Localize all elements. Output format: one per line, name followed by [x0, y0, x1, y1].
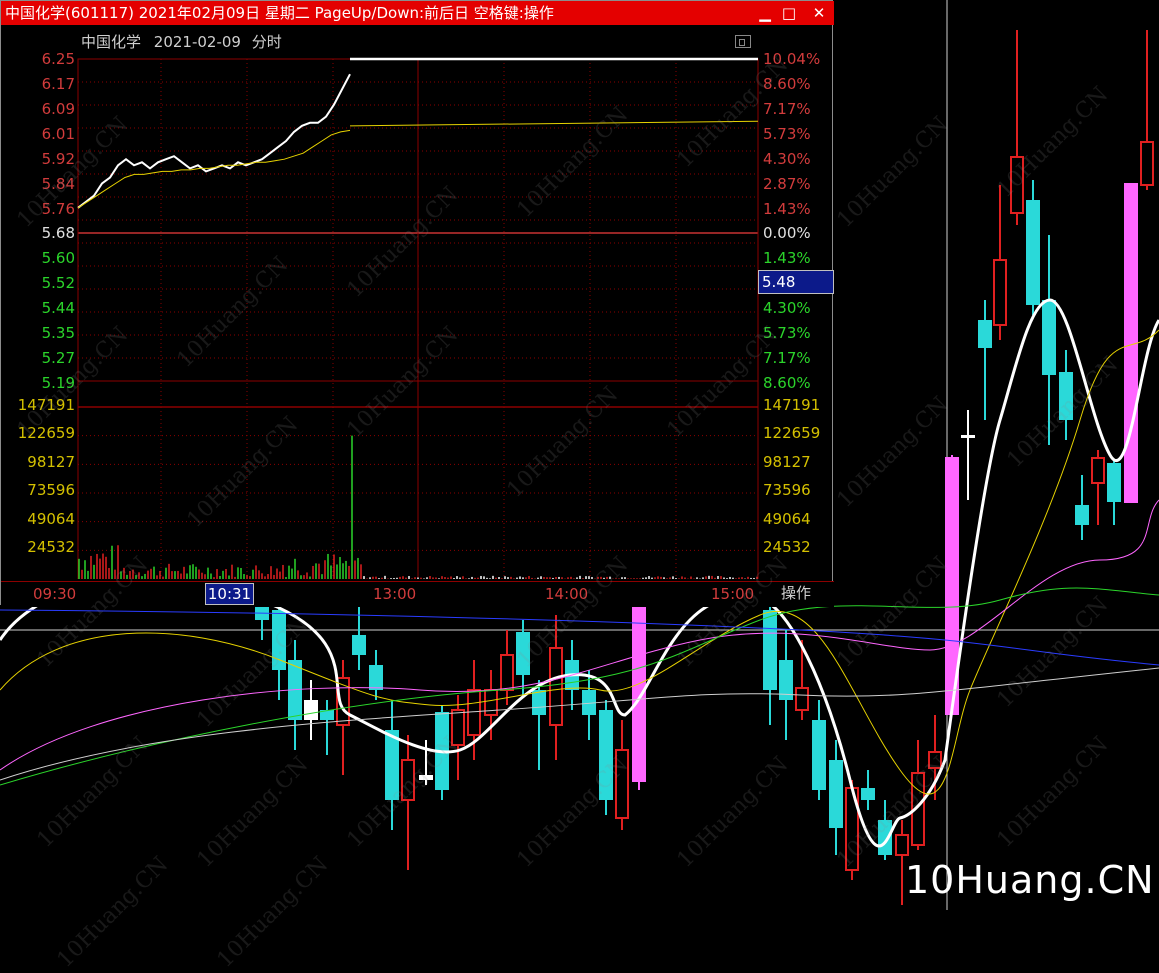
minute-chart-window[interactable]: 中国化学(601117) 2021年02月09日 星期二 PageUp/Down…	[0, 0, 834, 607]
volume-tick-label: 122659	[763, 424, 821, 443]
price-tick-label: 5.60	[41, 249, 75, 268]
price-tick-label: 6.09	[41, 99, 75, 118]
time-cursor: 10:31	[205, 583, 254, 605]
pct-tick-label: 5.73%	[763, 124, 811, 143]
candle-body	[352, 635, 366, 655]
candle-body	[961, 435, 975, 438]
candle-body	[532, 690, 546, 715]
intraday-chart	[77, 57, 759, 579]
candle-body	[861, 788, 875, 800]
pct-tick-label: 0.00%	[763, 224, 811, 243]
time-label: 13:00	[373, 585, 417, 603]
ma60-line	[0, 667, 1159, 781]
candle-body	[895, 834, 909, 856]
price-tick-label: 5.35	[41, 324, 75, 343]
candle-body	[369, 665, 383, 690]
candle-body	[500, 654, 514, 691]
pct-tick-label: 7.17%	[763, 99, 811, 118]
price-tick-label: 5.44	[41, 299, 75, 318]
candle-body	[549, 647, 563, 726]
pct-tick-label: 2.87%	[763, 174, 811, 193]
volume-tick-label: 98127	[27, 452, 75, 471]
pct-tick-label: 4.30%	[763, 299, 811, 318]
pct-tick-label: 4.30%	[763, 149, 811, 168]
candle-body	[1107, 463, 1121, 502]
volume-tick-label: 147191	[763, 396, 821, 414]
candle-body	[829, 760, 843, 828]
candle-body	[1026, 200, 1040, 305]
candle-body	[978, 320, 992, 348]
candle-body	[1042, 300, 1056, 375]
volume-tick-label: 73596	[27, 481, 75, 500]
price-tick-label: 5.27	[41, 349, 75, 368]
pct-tick-label: 1.43%	[763, 249, 811, 268]
brand-logo: 10Huang.CN	[905, 858, 1155, 902]
time-label: 09:30	[33, 585, 77, 603]
avg-line-tail	[349, 120, 759, 127]
candle-body	[812, 720, 826, 790]
pct-tick-label: 1.43%	[763, 199, 811, 218]
candle-body	[1091, 457, 1105, 484]
volume-tick-label: 73596	[763, 481, 811, 500]
candle-body	[795, 687, 809, 711]
volume-tick-label: 49064	[763, 509, 811, 528]
volume-tick-label: 24532	[27, 538, 75, 556]
candle-body	[1140, 141, 1154, 186]
pct-tick-label: 8.60%	[763, 374, 811, 393]
price-tick-label: 6.01	[41, 124, 75, 143]
price-tick-label: 5.68	[41, 224, 75, 243]
candle-body	[255, 605, 269, 620]
price-tick-label: 6.25	[41, 50, 75, 68]
volume-tick-label: 98127	[763, 452, 811, 471]
candle-body	[1075, 505, 1089, 525]
volume-tick-label: 49064	[27, 509, 75, 528]
price-tick-label: 5.52	[41, 274, 75, 293]
current-price-box: 5.48	[758, 270, 834, 294]
price-tick-label: 6.17	[41, 74, 75, 93]
candle-body	[763, 610, 777, 690]
candle-body	[467, 689, 481, 736]
candle-body	[993, 259, 1007, 326]
candle-body	[304, 700, 318, 720]
volume-tick-label: 24532	[763, 538, 811, 556]
